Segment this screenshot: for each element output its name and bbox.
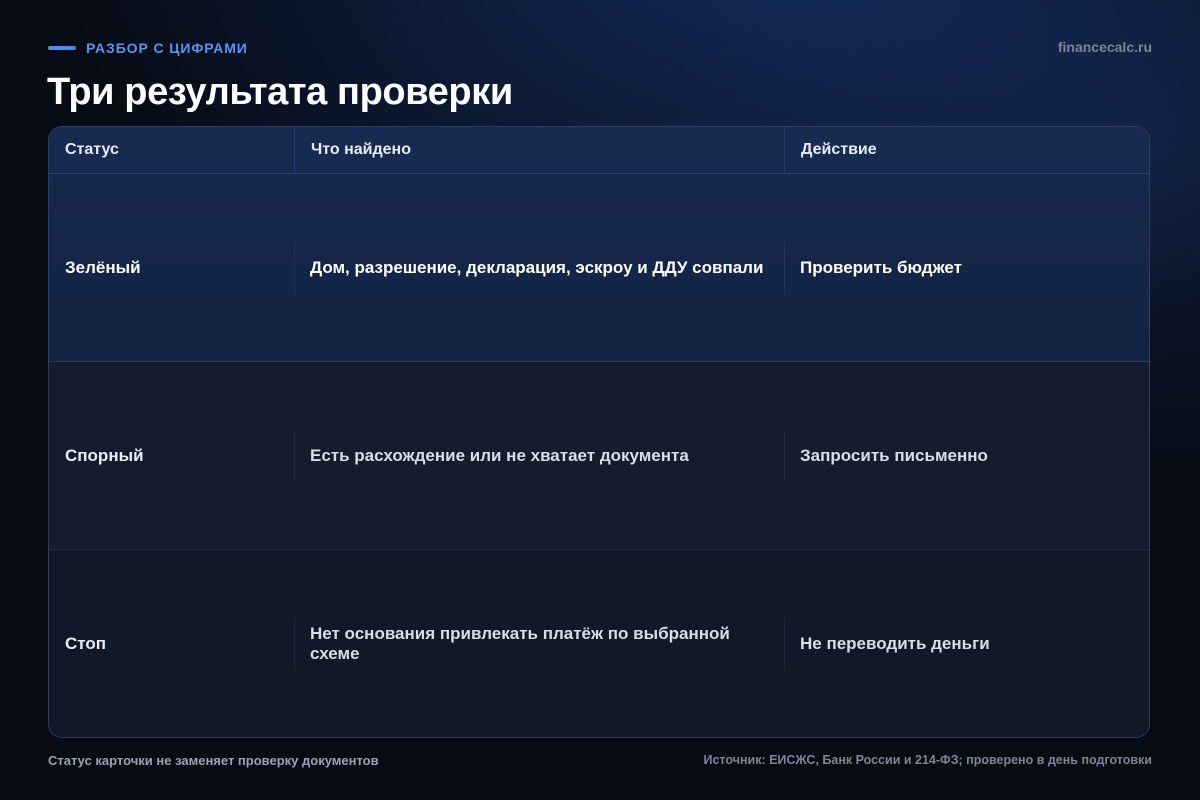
section-kicker: РАЗБОР С ЦИФРАМИ	[48, 39, 248, 57]
found-cell: Нет основания привлекать платёж по выбра…	[294, 550, 784, 737]
table-row-disputed: Спорный Есть расхождение или не хватает …	[49, 362, 1149, 550]
column-header-found: Что найдено	[294, 127, 784, 173]
page-title: Три результата проверки	[47, 71, 513, 113]
table-row-green: Зелёный Дом, разрешение, декларация, эск…	[49, 174, 1149, 362]
table-header-row: Статус Что найдено Действие	[49, 127, 1149, 174]
site-name: financecalc.ru	[1057, 39, 1152, 55]
table-row-stop: Стоп Нет основания привлекать платёж по …	[49, 550, 1149, 737]
column-header-status: Статус	[65, 141, 119, 158]
found-cell: Дом, разрешение, декларация, эскроу и ДД…	[294, 174, 784, 361]
kicker-label: РАЗБОР С ЦИФРАМИ	[86, 40, 248, 56]
results-table: Статус Что найдено Действие Зелёный Дом,…	[48, 126, 1150, 738]
status-cell: Стоп	[65, 634, 107, 653]
status-cell: Спорный	[65, 445, 144, 465]
found-cell: Есть расхождение или не хватает документ…	[294, 362, 784, 549]
status-cell: Зелёный	[65, 257, 141, 277]
source-note: Источник: ЕИСЖС, Банк России и 214-ФЗ; п…	[703, 753, 1152, 767]
accent-bar	[48, 46, 76, 50]
action-cell: Не переводить деньги	[784, 550, 1149, 737]
action-cell: Проверить бюджет	[784, 174, 1149, 361]
column-header-action: Действие	[784, 127, 1149, 173]
action-cell: Запросить письменно	[784, 362, 1149, 549]
footer-note: Статус карточки не заменяет проверку док…	[48, 753, 379, 768]
